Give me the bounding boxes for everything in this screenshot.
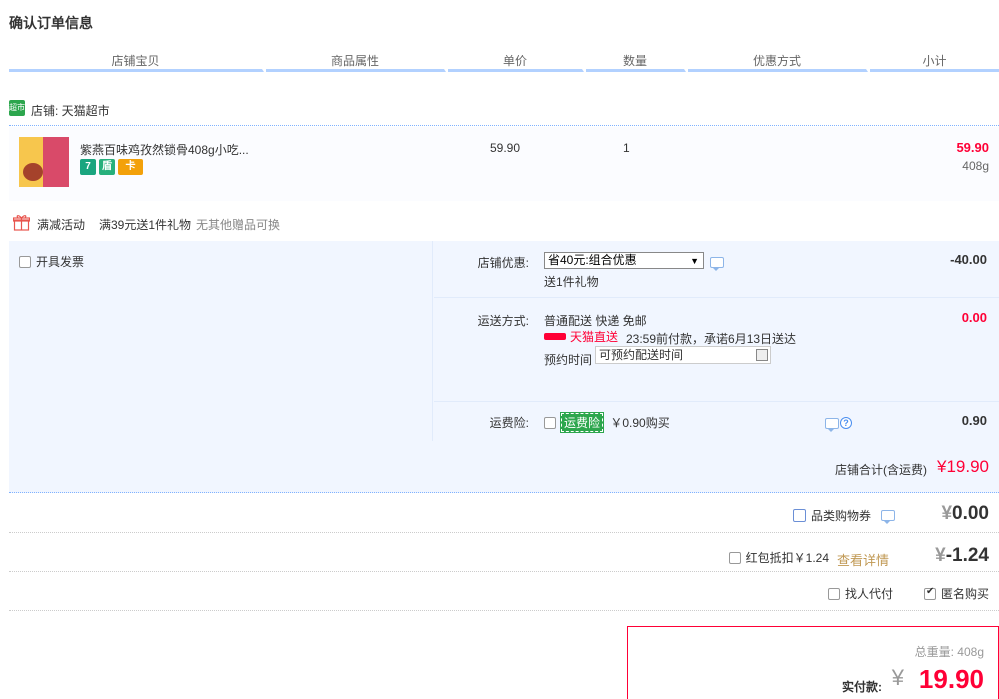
insurance-row: 运费险: 运费险 ￥0.90购买 ? 0.90 — [434, 402, 999, 442]
red-envelope-checkbox[interactable] — [728, 551, 741, 564]
payment-summary: 总重量: 408g 实付款: ¥ 19.90 — [627, 626, 999, 699]
gift-line: 送1件礼物 — [544, 275, 599, 289]
shop-row: 超市 店铺: 天猫超市 — [9, 98, 999, 126]
coupon-option[interactable]: 品类购物券 — [792, 507, 871, 524]
calendar-icon[interactable] — [756, 349, 768, 361]
extras-row: 找人代付 匿名购买 — [9, 572, 999, 610]
reserve-time-placeholder: 可预约配送时间 — [599, 348, 684, 362]
promo-tag: 满减活动 — [37, 218, 86, 232]
insurance-checkbox[interactable] — [544, 416, 556, 429]
quality-guarantee-icon[interactable]: 盾 — [99, 159, 115, 175]
item-weight: 408g — [962, 159, 989, 173]
insurance-option[interactable]: 运费险 ￥0.90购买 — [544, 412, 670, 433]
coupon-checkbox[interactable] — [792, 509, 806, 523]
shipping-method: 普通配送 快递 免邮 — [544, 314, 647, 328]
table-header: 店铺宝贝 商品属性 单价 数量 优惠方式 小计 — [9, 50, 999, 72]
invoice-label: 开具发票 — [36, 255, 85, 269]
promo-text: 满39元送1件礼物 — [99, 218, 192, 232]
anonymous-option[interactable]: 匿名购买 — [923, 585, 989, 602]
red-envelope-option[interactable]: 红包抵扣￥1.24 — [728, 549, 829, 566]
dropdown-caret-icon: ▼ — [690, 256, 699, 266]
shop-discount-selected: 省40元:组合优惠 — [548, 253, 637, 267]
header-attributes: 商品属性 — [266, 50, 446, 72]
item-subtotal: 59.90 — [956, 140, 989, 155]
shipping-amount: 0.00 — [961, 310, 987, 325]
invoice-area: 开具发票 — [9, 241, 433, 441]
anonymous-label: 匿名购买 — [940, 587, 989, 601]
order-item-row: 紫燕百味鸡孜然锁骨408g小吃... 7 盾 卡 59.90 1 59.90 4… — [9, 127, 999, 201]
red-envelope-row: 红包抵扣￥1.24 查看详情 ¥-1.24 — [9, 533, 999, 571]
divider — [9, 610, 999, 611]
total-weight: 总重量: 408g — [914, 645, 984, 659]
pay-amount: 19.90 — [918, 664, 984, 694]
red-envelope-amount: ¥-1.24 — [935, 545, 989, 566]
product-name-link[interactable]: 紫燕百味鸡孜然锁骨408g小吃... — [80, 141, 249, 158]
pay-label: 实付款: — [842, 680, 882, 694]
reserve-time-label: 预约时间 — [544, 353, 593, 367]
product-thumbnail[interactable] — [19, 137, 69, 187]
insurance-label: 运费险: — [489, 416, 529, 430]
invoice-checkbox[interactable] — [19, 255, 31, 268]
proxy-pay-option[interactable]: 找人代付 — [827, 585, 893, 602]
header-unit-price: 单价 — [448, 50, 584, 72]
item-unit-price: 59.90 — [490, 141, 521, 155]
anonymous-checkbox[interactable] — [923, 586, 936, 600]
coupon-amount: ¥0.00 — [941, 503, 989, 524]
proxy-pay-checkbox[interactable] — [827, 587, 840, 600]
insurance-price: ￥0.90购买 — [610, 416, 670, 430]
red-envelope-label: 红包抵扣￥1.24 — [745, 551, 829, 565]
item-quantity: 1 — [623, 141, 630, 155]
shop-total-row: 店铺合计(含运费) ¥19.90 — [9, 442, 999, 492]
shop-total-amount: ¥19.90 — [937, 457, 989, 476]
reserve-time-input[interactable]: 可预约配送时间 — [595, 346, 771, 364]
tmall-supermarket-icon: 超市 — [9, 100, 25, 116]
shop-discount-label: 店铺优惠: — [477, 256, 529, 270]
coupon-row: 品类购物券 ¥0.00 — [9, 494, 999, 532]
shop-discount-amount: -40.00 — [950, 252, 987, 267]
shop-discount-select[interactable]: 省40元:组合优惠 ▼ — [544, 252, 704, 269]
header-shop-item: 店铺宝贝 — [9, 50, 264, 72]
seven-day-return-icon[interactable]: 7 — [80, 159, 96, 175]
proxy-pay-label: 找人代付 — [844, 587, 893, 601]
help-icon[interactable]: ? — [840, 417, 852, 429]
header-subtotal: 小计 — [870, 50, 999, 72]
comment-icon[interactable] — [825, 418, 839, 432]
view-details-link[interactable]: 查看详情 — [837, 550, 889, 569]
delivery-promise: 23:59前付款，承诺6月13日送达 — [626, 332, 797, 346]
header-quantity: 数量 — [586, 50, 686, 72]
shipping-row: 运送方式: 普通配送 快递 免邮 天猫直送 23:59前付款，承诺6月13日送达… — [434, 298, 999, 402]
gift-icon — [13, 215, 30, 231]
shop-name[interactable]: 店铺: 天猫超市 — [31, 102, 110, 119]
credit-card-icon[interactable]: 卡 — [118, 159, 143, 175]
insurance-tag: 运费险 — [559, 412, 605, 433]
shop-discount-row: 店铺优惠: 省40元:组合优惠 ▼ 送1件礼物 -40.00 — [434, 241, 999, 298]
comment-icon[interactable] — [710, 257, 724, 271]
tmall-direct-logo: 天猫直送 — [544, 330, 618, 344]
invoice-option[interactable]: 开具发票 — [19, 253, 84, 270]
insurance-amount: 0.90 — [961, 413, 987, 428]
shipping-label: 运送方式: — [477, 314, 529, 328]
page-title: 确认订单信息 — [9, 15, 93, 31]
shop-total-label: 店铺合计(含运费) — [835, 463, 927, 477]
header-discount-method: 优惠方式 — [688, 50, 868, 72]
promo-note: 无其他赠品可换 — [196, 218, 281, 232]
comment-icon[interactable] — [881, 510, 895, 524]
pay-currency: ¥ — [891, 665, 904, 690]
coupon-label: 品类购物券 — [810, 509, 871, 523]
